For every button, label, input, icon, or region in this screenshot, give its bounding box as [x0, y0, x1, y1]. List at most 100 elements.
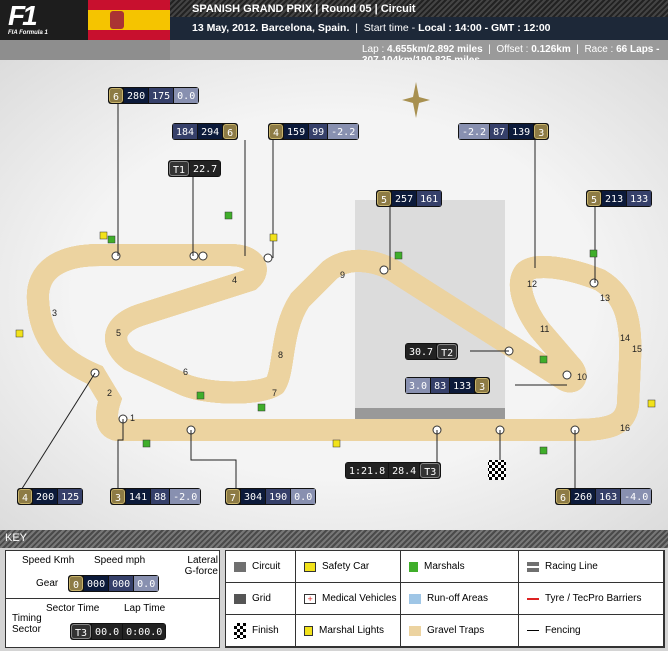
- sector-time-label: Sector Time: [46, 603, 100, 614]
- lap-time-label: Lap Time: [124, 603, 166, 614]
- lap-time: 0:00.0: [123, 624, 166, 639]
- timing-box: 30.7 T2: [405, 343, 459, 360]
- telemetry-box: 184 294 6: [172, 123, 239, 140]
- telemetry-box: 7 304 190 0.0: [225, 488, 317, 505]
- gear: 6: [556, 489, 571, 504]
- sector-time: 30.7: [406, 344, 437, 359]
- key-label: Gravel Traps: [427, 625, 485, 636]
- turn-6: 6: [183, 367, 188, 377]
- telemetry-box: 6 280 175 0.0: [108, 87, 200, 104]
- telemetry-box: -2.2 87 139 3: [458, 123, 550, 140]
- key-fencing: Fencing: [519, 615, 664, 647]
- sector-time: 28.4: [389, 463, 420, 478]
- start-time: Local : 14:00 - GMT : 12:00: [418, 22, 551, 34]
- speed-kmh: 159: [284, 124, 309, 139]
- speed-kmh: 304: [241, 489, 266, 504]
- turn-15: 15: [632, 344, 642, 354]
- spain-flag: [88, 0, 170, 40]
- gear: 4: [18, 489, 33, 504]
- turn-1: 1: [130, 413, 135, 423]
- turn-13: 13: [600, 293, 610, 303]
- g-force: -2.0: [170, 489, 201, 504]
- key-finish: Finish: [226, 615, 296, 647]
- key-barriers: Tyre / TecPro Barriers: [519, 583, 664, 615]
- key-marshals: Marshals: [401, 551, 519, 583]
- racing-line: [38, 255, 630, 430]
- key-label: Tyre / TecPro Barriers: [545, 593, 642, 604]
- speed-kmh: 260: [571, 489, 596, 504]
- key-label: Grid: [252, 593, 271, 604]
- header: F1 FIA Formula 1 SPANISH GRAND PRIX | Rou…: [0, 0, 668, 66]
- sample-telemetry: 0 000 000 0.0: [68, 575, 160, 592]
- key-runoff: Run-off Areas: [401, 583, 519, 615]
- stats-bar: Lap : 4.655km/2.892 miles | Offset : 0.1…: [0, 40, 668, 66]
- key-label: Fencing: [545, 625, 581, 636]
- key-grid-item: Grid: [226, 583, 296, 615]
- gear: 5: [377, 191, 392, 206]
- telemetry-box: 6 260 163 -4.0: [555, 488, 653, 505]
- speed-kmh: 280: [124, 88, 149, 103]
- key-safety-car: Safety Car: [296, 551, 401, 583]
- speed-kmh: 257: [392, 191, 417, 206]
- speed-mph: 125: [58, 489, 83, 504]
- g-force: -2.2: [459, 124, 490, 139]
- gear: 6: [223, 124, 238, 139]
- speed-kmh: 200: [33, 489, 58, 504]
- lap-time: 1:21.8: [346, 463, 389, 478]
- g-force: 0.0: [291, 489, 316, 504]
- key-label: Finish: [252, 625, 279, 636]
- gear: 0: [69, 576, 84, 591]
- turn-9: 9: [340, 270, 345, 280]
- speed-mph: 175: [149, 88, 174, 103]
- key-header: KEY: [0, 530, 668, 548]
- round: Round 05: [321, 3, 372, 15]
- speed-mph: 99: [309, 124, 328, 139]
- date-bar: 13 May, 2012. Barcelona, Spain. | Start …: [170, 17, 668, 40]
- offset: 0.126km: [531, 44, 571, 55]
- key-label: Racing Line: [545, 561, 598, 572]
- f1-logo: F1 FIA Formula 1: [0, 0, 88, 40]
- speed-mph: 184: [173, 124, 198, 139]
- speed-mph-label: Speed mph: [94, 555, 146, 566]
- speed-kmh: 000: [84, 576, 109, 591]
- turn-12: 12: [527, 279, 537, 289]
- telemetry-box: 4 159 99 -2.2: [268, 123, 360, 140]
- telemetry-box: 5 257 161: [376, 190, 443, 207]
- turn-8: 8: [278, 350, 283, 360]
- key-label: Medical Vehicles: [322, 593, 397, 604]
- grand-prix-title: SPANISH GRAND PRIX: [192, 3, 313, 15]
- timing-sector-label: Timing Sector: [12, 613, 42, 635]
- key-label: Run-off Areas: [427, 593, 488, 604]
- key-label: Marshal Lights: [319, 625, 385, 636]
- g-force: 0.0: [134, 576, 159, 591]
- speed-mph: 133: [627, 191, 652, 206]
- speed-kmh: 133: [450, 378, 475, 393]
- key-gravel: Gravel Traps: [401, 615, 519, 647]
- key-grid: Circuit Safety Car Marshals Racing Line …: [225, 550, 665, 648]
- g-force: 0.0: [174, 88, 199, 103]
- timing-box: 1:21.8 28.4 T3: [345, 462, 442, 479]
- turn-10: 10: [577, 372, 587, 382]
- speed-kmh: 213: [602, 191, 627, 206]
- speed-kmh: 294: [198, 124, 223, 139]
- key-panel: Speed Kmh Speed mph Lateral G-force Gear…: [0, 548, 668, 651]
- key-label: Safety Car: [322, 561, 370, 572]
- key-label: Marshals: [424, 561, 465, 572]
- speed-mph: 000: [109, 576, 134, 591]
- lap-length: 4.655km/2.892 miles: [387, 44, 483, 55]
- turn-16: 16: [620, 423, 630, 433]
- key-legend-boxes: Speed Kmh Speed mph Lateral G-force Gear…: [5, 550, 220, 648]
- speed-kmh: 141: [126, 489, 151, 504]
- key-title: KEY: [5, 532, 28, 544]
- telemetry-box: 5 213 133: [586, 190, 653, 207]
- gear: 7: [226, 489, 241, 504]
- turn-2: 2: [107, 388, 112, 398]
- key-medical: + Medical Vehicles: [296, 583, 401, 615]
- sector: T3: [420, 463, 441, 478]
- gear: 3: [111, 489, 126, 504]
- sector: T3: [71, 624, 92, 639]
- gear: 4: [269, 124, 284, 139]
- timing-box: T1 22.7: [168, 160, 222, 177]
- lateral-label: Lateral G-force: [184, 555, 218, 577]
- key-racing-line: Racing Line: [519, 551, 664, 583]
